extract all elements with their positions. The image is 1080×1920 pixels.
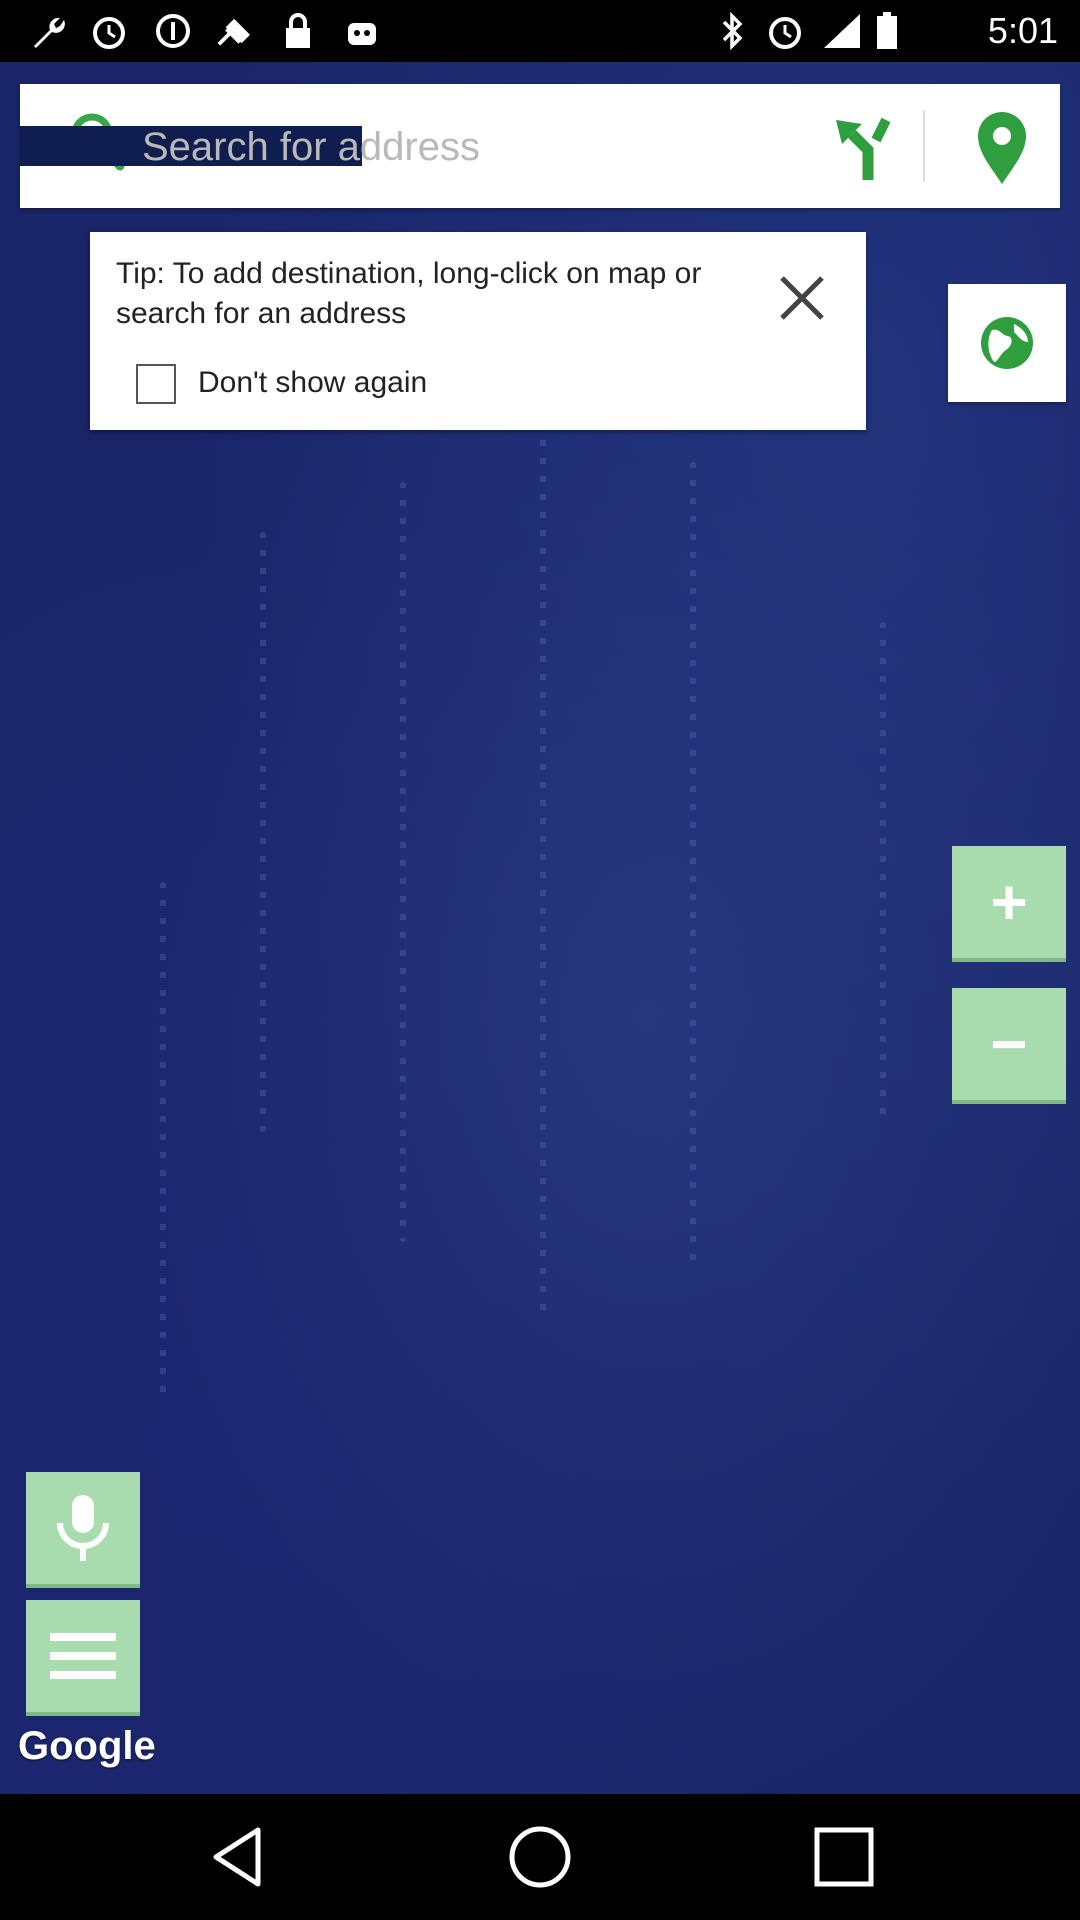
- microphone-icon: [57, 1495, 109, 1561]
- fake-gps-icon: [217, 18, 251, 46]
- zoom-in-button[interactable]: +: [952, 846, 1066, 958]
- android-icon: [348, 23, 376, 45]
- wrench-icon: [34, 17, 65, 48]
- alarm-icon: [93, 17, 125, 49]
- route-icon[interactable]: [828, 110, 898, 182]
- battery-icon: [877, 12, 897, 49]
- tip-dialog: Tip: To add destination, long-click on m…: [90, 232, 866, 430]
- search-bar: [20, 84, 1060, 208]
- info-icon: [156, 14, 190, 48]
- menu-button[interactable]: [26, 1600, 140, 1712]
- lock-icon: [286, 13, 310, 48]
- divider: [923, 110, 925, 182]
- clock: 5:01: [987, 10, 1058, 51]
- menu-icon: [50, 1633, 116, 1679]
- zoom-out-button[interactable]: −: [952, 988, 1066, 1100]
- google-logo: Google: [18, 1724, 156, 1768]
- signal-icon: [824, 14, 860, 48]
- dont-show-again-checkbox[interactable]: [136, 364, 176, 404]
- back-icon[interactable]: [206, 1824, 272, 1890]
- alarm-icon: [769, 17, 801, 49]
- navigation-bar: [0, 1794, 1080, 1920]
- globe-icon: [981, 317, 1033, 369]
- tip-message: Tip: To add destination, long-click on m…: [116, 257, 702, 330]
- home-icon[interactable]: [507, 1824, 573, 1890]
- dont-show-again-label[interactable]: Don't show again: [198, 366, 427, 400]
- map-type-button[interactable]: [948, 284, 1066, 402]
- status-bar: 5:01: [0, 0, 1080, 62]
- voice-search-button[interactable]: [26, 1472, 140, 1584]
- recents-icon[interactable]: [811, 1824, 877, 1890]
- bluetooth-icon: [722, 12, 743, 50]
- close-icon[interactable]: [772, 268, 832, 328]
- location-pin-icon[interactable]: [960, 106, 1044, 186]
- search-input[interactable]: [140, 106, 704, 188]
